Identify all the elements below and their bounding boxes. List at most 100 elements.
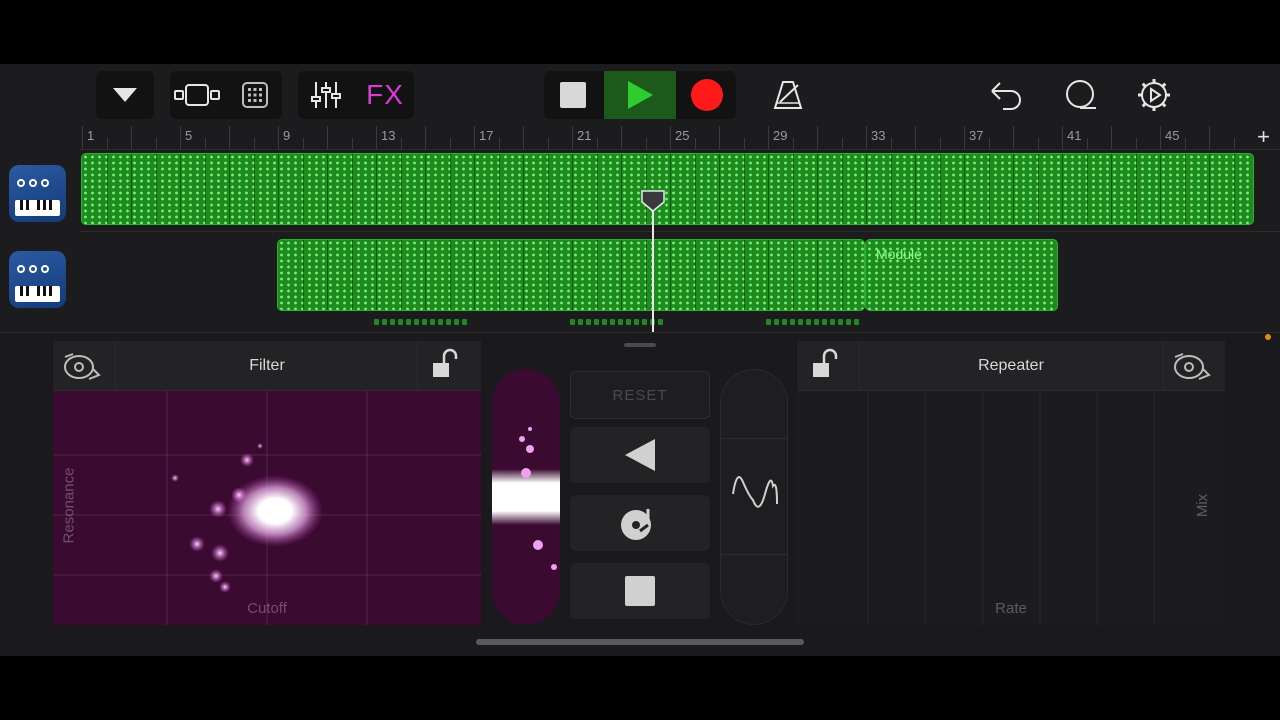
stop-button[interactable]	[544, 71, 602, 119]
automation-dot	[414, 319, 419, 325]
gate-glow-graphics	[492, 427, 560, 570]
loop-divider	[768, 154, 769, 224]
ruler-tick	[498, 138, 500, 150]
settings-button[interactable]	[1132, 71, 1176, 119]
loop-divider	[523, 154, 524, 224]
grid-view-button[interactable]	[228, 71, 282, 119]
ruler-tick	[449, 138, 451, 150]
automation-dot	[634, 319, 639, 325]
midi-notes	[82, 154, 1253, 224]
loop-divider	[572, 240, 573, 310]
loop-divider	[1111, 154, 1112, 224]
track-lane-2[interactable]: Module	[80, 237, 1280, 321]
automation-dot	[782, 319, 787, 325]
live-fx-panel: Filter Cutoff Resonance RESET Repeater R…	[0, 332, 1280, 656]
loop-divider	[1062, 154, 1063, 224]
reset-button[interactable]: RESET	[570, 371, 710, 419]
loop-divider	[351, 154, 353, 224]
ruler-tick	[670, 126, 671, 150]
filter-x-axis-label: Cutoff	[247, 600, 287, 617]
ruler-tick	[302, 138, 304, 150]
automation-dot	[578, 319, 583, 325]
loop-divider	[645, 240, 647, 310]
play-button[interactable]	[604, 71, 676, 119]
repeater-xy-pad[interactable]: Rate Mix	[797, 391, 1225, 625]
fx-button[interactable]: FX	[356, 71, 414, 119]
scratch-button[interactable]	[570, 495, 710, 551]
automation-dot	[446, 319, 451, 325]
browser-button[interactable]	[96, 71, 154, 119]
ruler-tick	[1013, 126, 1014, 150]
loop-divider	[474, 240, 475, 310]
loop-divider	[743, 154, 745, 224]
loop-divider	[498, 240, 500, 310]
automation-dot	[846, 319, 851, 325]
loop-divider	[572, 154, 573, 224]
fx-label: FX	[366, 79, 404, 110]
ruler-tick	[547, 138, 549, 150]
loop-divider	[719, 154, 720, 224]
gate-strip[interactable]	[492, 369, 560, 625]
repeater-y-axis-label: Mix	[1194, 493, 1212, 518]
region-track-1[interactable]	[81, 153, 1254, 225]
lfo-strip[interactable]	[720, 369, 788, 625]
track-header-2[interactable]	[0, 237, 80, 321]
track-header-1[interactable]	[0, 151, 80, 235]
loop-divider	[841, 240, 843, 310]
loop-divider	[1013, 154, 1014, 224]
undo-button[interactable]	[984, 71, 1028, 119]
repeater-selector-button[interactable]	[1169, 349, 1221, 383]
add-section-button[interactable]: +	[1257, 126, 1270, 148]
midi-notes	[278, 240, 864, 310]
ruler-tick	[694, 138, 696, 150]
filter-xy-pad[interactable]: Cutoff Resonance	[53, 391, 481, 625]
mixer-button[interactable]	[298, 71, 354, 119]
filter-header: Filter	[53, 341, 481, 391]
automation-dot	[838, 319, 843, 325]
home-indicator[interactable]	[476, 639, 804, 645]
loop-divider	[498, 154, 500, 224]
repeater-header: Repeater	[797, 341, 1225, 391]
automation-dot	[658, 319, 663, 325]
ruler-tick	[915, 126, 916, 150]
timeline-ruler[interactable]: 1 5 9 13 17 21 25 29 33 37 41 45 +	[80, 126, 1280, 150]
region-module[interactable]: Module	[865, 239, 1058, 311]
reverse-button[interactable]	[570, 427, 710, 483]
loop-divider	[1209, 154, 1210, 224]
record-button[interactable]	[678, 71, 736, 119]
filter-lock-button[interactable]	[429, 347, 469, 385]
repeater-panel: Repeater Rate Mix	[797, 341, 1225, 625]
loop-divider	[547, 154, 549, 224]
tape-stop-button[interactable]	[570, 563, 710, 619]
loop-browser-button[interactable]	[1058, 71, 1102, 119]
ruler-tick	[82, 126, 83, 150]
ruler-tick	[131, 126, 132, 150]
metronome-button[interactable]	[766, 71, 810, 119]
loop-divider	[400, 240, 402, 310]
loop-divider	[155, 154, 157, 224]
loop-divider	[474, 154, 475, 224]
loop-divider	[768, 240, 769, 310]
reverse-triangle-icon	[625, 439, 655, 471]
track-lane-1[interactable]	[80, 151, 1280, 235]
automation-dot	[602, 319, 607, 325]
panel-grabber[interactable]	[624, 343, 656, 347]
loop-divider	[792, 240, 794, 310]
automation-dots	[0, 319, 1280, 327]
record-icon	[691, 79, 723, 111]
loop-divider	[425, 240, 426, 310]
automation-dot	[790, 319, 795, 325]
loop-divider	[302, 240, 304, 310]
loop-divider	[376, 154, 377, 224]
bar-number: 25	[675, 128, 690, 143]
loop-divider	[449, 154, 451, 224]
loop-divider	[131, 154, 132, 224]
automation-dot	[814, 319, 819, 325]
playhead-handle-icon[interactable]	[641, 190, 665, 212]
automation-dot	[854, 319, 859, 325]
ruler-tick	[596, 138, 598, 150]
loop-divider	[964, 154, 965, 224]
bar-number: 17	[479, 128, 494, 143]
region-track-2a[interactable]	[277, 239, 865, 311]
tracks-view-button[interactable]	[170, 71, 226, 119]
